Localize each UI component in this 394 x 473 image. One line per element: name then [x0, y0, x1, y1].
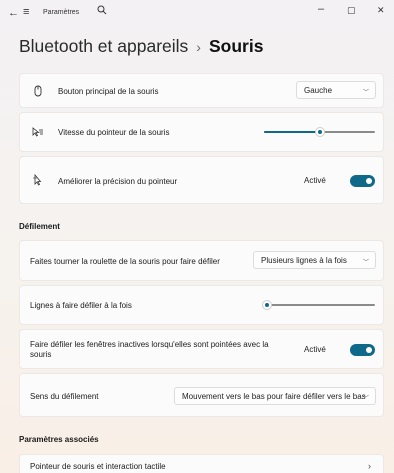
inactive-scroll-label-line1: Faire défiler les fenêtres inactives lor…: [30, 340, 269, 349]
pointer-speed-card: Vitesse du pointeur de la souris: [19, 112, 384, 152]
inactive-scroll-toggle[interactable]: [350, 344, 375, 356]
wheel-scroll-value: Plusieurs lignes à la fois: [261, 256, 347, 265]
toggle-knob: [366, 178, 372, 184]
scroll-direction-dropdown[interactable]: Mouvement vers le bas pour faire défiler…: [174, 387, 376, 405]
pointer-touch-link-card[interactable]: Pointeur de souris et interaction tactil…: [19, 454, 384, 473]
slider-fill: [264, 131, 320, 133]
scroll-direction-card: Sens du défilement Mouvement vers le bas…: [19, 373, 384, 417]
toggle-knob: [366, 347, 372, 353]
primary-button-dropdown[interactable]: Gauche ﹀: [296, 81, 376, 99]
pointer-precision-state: Activé: [304, 176, 326, 185]
inactive-scroll-card: Faire défiler les fenêtres inactives lor…: [19, 329, 384, 369]
chevron-right-icon: ›: [368, 461, 371, 471]
close-button[interactable]: ✕: [377, 5, 385, 16]
pointer-precision-label: Améliorer la précision du pointeur: [58, 177, 178, 186]
pointer-speed-slider[interactable]: [264, 126, 375, 138]
maximize-button[interactable]: ▢: [347, 5, 356, 16]
inactive-scroll-label-line2: souris: [30, 350, 52, 359]
breadcrumb: Bluetooth et appareils › Souris: [19, 36, 263, 57]
wheel-scroll-dropdown[interactable]: Plusieurs lignes à la fois ﹀: [253, 251, 376, 269]
pointer-precision-toggle[interactable]: [350, 175, 375, 187]
app-title: Paramètres: [43, 9, 80, 16]
slider-track: [264, 304, 375, 306]
chevron-down-icon: ﹀: [362, 396, 369, 402]
primary-button-value: Gauche: [304, 86, 333, 95]
scrolling-section-title: Défilement: [19, 222, 60, 231]
back-arrow-icon[interactable]: ←: [8, 7, 19, 19]
inactive-scroll-state: Activé: [304, 345, 326, 354]
page-title: Souris: [208, 36, 264, 56]
scroll-direction-value: Mouvement vers le bas pour faire défiler…: [182, 392, 366, 401]
pointer-speed-label: Vitesse du pointeur de la souris: [58, 128, 170, 137]
chevron-down-icon: ﹀: [362, 260, 369, 266]
mouse-icon: [34, 85, 42, 97]
title-bar: ← ≡ Paramètres – ▢ ✕: [0, 0, 394, 28]
related-section-title: Paramètres associés: [19, 435, 99, 444]
primary-button-label: Bouton principal de la souris: [58, 87, 159, 96]
hamburger-menu-icon[interactable]: ≡: [23, 6, 29, 18]
scroll-lines-label: Lignes à faire défiler à la fois: [30, 301, 132, 310]
pointer-speed-icon: [32, 127, 43, 137]
chevron-right-icon: ›: [196, 39, 201, 55]
minimize-button[interactable]: –: [318, 3, 324, 15]
breadcrumb-parent[interactable]: Bluetooth et appareils: [19, 36, 188, 56]
scroll-direction-label: Sens du défilement: [30, 392, 99, 401]
scroll-lines-card: Lignes à faire défiler à la fois: [19, 285, 384, 325]
chevron-down-icon: ﹀: [362, 90, 369, 96]
slider-thumb[interactable]: [314, 127, 325, 137]
wheel-scroll-card: Faites tourner la roulette de la souris …: [19, 240, 384, 281]
pointer-precision-card: Améliorer la précision du pointeur Activ…: [19, 156, 384, 204]
primary-button-card: Bouton principal de la souris Gauche ﹀: [19, 73, 384, 108]
slider-thumb[interactable]: [262, 300, 273, 310]
pointer-precision-icon: [33, 174, 42, 186]
search-icon[interactable]: [97, 5, 107, 15]
wheel-scroll-label: Faites tourner la roulette de la souris …: [30, 257, 220, 266]
pointer-touch-link-label: Pointeur de souris et interaction tactil…: [30, 462, 166, 471]
scroll-lines-slider[interactable]: [262, 299, 375, 311]
